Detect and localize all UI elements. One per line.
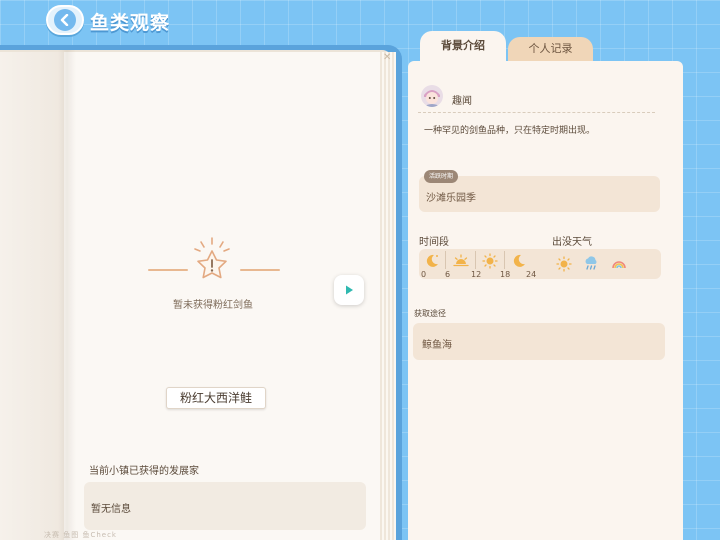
- tab-personal-record[interactable]: 个人记录: [508, 37, 593, 61]
- right-decor-line: [240, 269, 280, 271]
- sunny-icon: [556, 256, 572, 272]
- dotted-divider: [418, 112, 655, 113]
- not-obtained-text: 暂未获得粉红剑鱼: [173, 300, 253, 311]
- weather-label: 出没天气: [552, 237, 592, 248]
- time-period-label: 时间段: [419, 237, 449, 248]
- left-decor-line: [148, 269, 188, 271]
- fish-name-label: 粉红大西洋鲑: [166, 387, 266, 409]
- developers-label: 当前小镇已获得的发展家: [89, 466, 199, 477]
- active-period-badge: 活跃时期: [424, 170, 459, 183]
- moon-icon: [426, 254, 438, 267]
- page-title: 鱼类观察: [90, 12, 171, 34]
- rainbow-icon: [612, 261, 626, 269]
- active-period-value: 沙滩乐园季: [426, 193, 476, 204]
- time-tick-label: 12: [471, 270, 482, 279]
- avatar: [421, 85, 443, 107]
- time-tick-label: 24: [526, 270, 537, 279]
- time-tick-label: 0: [421, 270, 427, 279]
- time-tick-label: 6: [445, 270, 451, 279]
- tab-background-intro[interactable]: 背景介绍: [420, 31, 506, 61]
- sun-icon: [482, 253, 498, 269]
- time-tick-label: 18: [500, 270, 511, 279]
- moon-icon: [513, 254, 525, 267]
- book-spine: [58, 50, 76, 540]
- book-left-margin: [0, 52, 64, 540]
- back-button[interactable]: [46, 5, 84, 35]
- book-page-edge: [380, 52, 396, 540]
- time-separator: [475, 251, 476, 269]
- fish-description: 一种罕见的剑鱼品种，只在特定时期出现。: [424, 126, 596, 136]
- rain-icon: [585, 256, 597, 270]
- time-separator: [445, 251, 446, 269]
- next-page-button[interactable]: [334, 275, 364, 305]
- obtain-source-label: 获取途径: [414, 309, 446, 318]
- unknown-fish-emblem: [146, 236, 280, 286]
- faint-footer-text: 决赛 鱼图 鱼Check: [44, 531, 117, 539]
- sunrise-icon: [453, 254, 469, 267]
- obtain-source-value: 鲸鱼海: [422, 340, 452, 351]
- play-icon: [346, 285, 353, 295]
- time-separator: [504, 251, 505, 269]
- developers-value: 暂无信息: [91, 504, 131, 515]
- page-corner-icon: ✕: [383, 52, 392, 63]
- star-icon: [194, 237, 230, 279]
- back-arrow-icon: [54, 9, 76, 31]
- fun-fact-label: 趣闻: [452, 96, 472, 107]
